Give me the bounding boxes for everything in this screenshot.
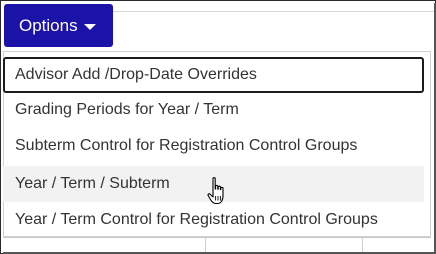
menu-item-advisor-add-drop-date-overrides[interactable]: Advisor Add /Drop-Date Overrides (3, 57, 424, 93)
menu-item-label: Advisor Add /Drop-Date Overrides (15, 66, 257, 83)
hand-pointer-icon (207, 177, 224, 205)
header-divider (113, 11, 434, 12)
caret-down-icon (83, 23, 96, 30)
menu-item-year-term-control[interactable]: Year / Term Control for Registration Con… (3, 202, 424, 238)
menu-item-grading-periods[interactable]: Grading Periods for Year / Term (3, 92, 424, 128)
table-column-divider (205, 237, 206, 252)
options-button-label: Options (19, 16, 78, 35)
table-top-border (3, 237, 431, 238)
menu-item-label: Year / Term Control for Registration Con… (15, 211, 378, 228)
menu-item-label: Subterm Control for Registration Control… (15, 137, 358, 154)
menu-item-label: Grading Periods for Year / Term (15, 101, 239, 118)
options-dropdown-button[interactable]: Options (4, 4, 113, 47)
menu-item-subterm-control[interactable]: Subterm Control for Registration Control… (3, 128, 424, 164)
menu-item-label: Year / Term / Subterm (15, 175, 170, 192)
table-column-divider (362, 237, 363, 252)
